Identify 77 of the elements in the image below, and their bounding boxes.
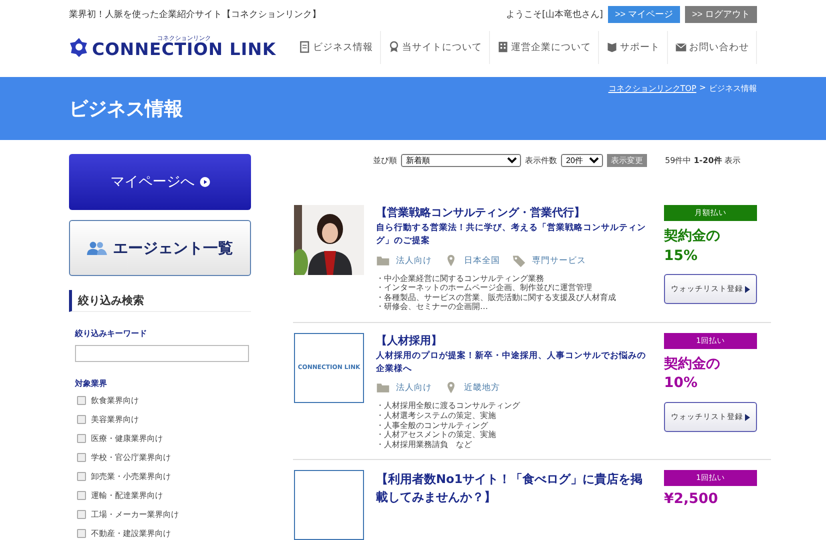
count-label: 表示件数 bbox=[525, 155, 557, 166]
checkbox-label: 運輸・配達業界向け bbox=[91, 490, 163, 501]
listing-title[interactable]: 【利用者数No1サイト！「食べログ」に貴店を掲載してみませんか？】 bbox=[376, 470, 652, 506]
award-icon bbox=[388, 41, 400, 53]
nav-link[interactable]: お問い合わせ bbox=[668, 30, 757, 64]
sort-label: 並び順 bbox=[373, 155, 397, 166]
triangle-icon bbox=[745, 286, 750, 293]
detail-line: ・各種製品、サービスの営業、販売活動に関する支援及び人材育成 bbox=[376, 292, 617, 302]
detail-line: ・研修会、セミナーの企画開… bbox=[376, 302, 489, 312]
folder-icon bbox=[376, 254, 390, 268]
tag-label[interactable]: 日本全国 bbox=[464, 254, 500, 266]
checkbox[interactable] bbox=[77, 396, 86, 405]
site-tagline: 業界初！人脈を使った企業紹介サイト【コネクションリンク】 bbox=[69, 8, 321, 21]
checkbox[interactable] bbox=[77, 472, 86, 481]
listing-title[interactable]: 【人材採用】 bbox=[376, 332, 652, 348]
detail-line: ・人材採用全般に渡るコンサルティング bbox=[376, 401, 521, 411]
site-logo[interactable]: CONNECTION LINK bbox=[92, 42, 276, 58]
price-text: 契約金の10% bbox=[664, 354, 721, 394]
breadcrumb-link[interactable]: コネクションリンクTOP bbox=[608, 83, 696, 140]
checkbox-label: 医療・健康業界向け bbox=[91, 433, 163, 444]
listing-subtitle: 人材採用のプロが提案！新卒・中途採用、人事コンサルでお悩みの企業様へ bbox=[376, 350, 647, 376]
checkbox-label: 飲食業界向け bbox=[91, 395, 139, 406]
building-icon bbox=[497, 41, 509, 53]
detail-line: ・インターネットのホームページ企画、制作並びに運営管理 bbox=[376, 283, 593, 293]
count-select[interactable]: 20件 bbox=[561, 154, 603, 167]
detail-line: ・人材アセスメントの策定、実施 bbox=[376, 430, 497, 440]
nav-link[interactable]: 当サイトについて bbox=[381, 30, 490, 64]
nav-link[interactable]: 運営企業について bbox=[490, 30, 599, 64]
breadcrumb-separator: > bbox=[699, 83, 706, 94]
result-count: 59件中 1-20件 表示 bbox=[665, 155, 740, 166]
checkbox[interactable] bbox=[77, 434, 86, 443]
triangle-icon bbox=[745, 414, 750, 421]
checkbox[interactable] bbox=[77, 510, 86, 519]
tag-label[interactable]: 法人向け bbox=[396, 382, 432, 394]
checkbox-label: 卸売業・小売業界向け bbox=[91, 471, 171, 482]
keyword-label: 絞り込みキーワード bbox=[75, 328, 148, 339]
detail-line: ・人事全般のコンサルティング bbox=[376, 420, 489, 430]
logo-thumbnail bbox=[294, 470, 364, 540]
nav-link[interactable]: ビジネス情報 bbox=[292, 30, 381, 64]
checkbox-label: 美容業界向け bbox=[91, 414, 139, 425]
tag-icon bbox=[512, 254, 526, 268]
mail-icon bbox=[675, 41, 687, 53]
checkbox[interactable] bbox=[77, 491, 86, 500]
people-icon bbox=[87, 241, 107, 255]
tag-label[interactable]: 近畿地方 bbox=[464, 382, 500, 394]
mypage-button[interactable]: >> マイページ bbox=[608, 6, 680, 23]
agent-list-button[interactable]: エージェント一覧 bbox=[69, 220, 251, 276]
price-text: ¥2,500 bbox=[664, 490, 720, 510]
checkbox[interactable] bbox=[77, 415, 86, 424]
book-icon bbox=[606, 41, 618, 53]
mypage-large-button[interactable]: マイページへ bbox=[69, 154, 251, 210]
nav-link[interactable]: サポート bbox=[599, 30, 668, 64]
checkbox-label: 学校・官公庁業界向け bbox=[91, 452, 171, 463]
industry-label: 対象業界 bbox=[75, 378, 108, 389]
checkbox-label: 工場・メーカー業界向け bbox=[91, 509, 179, 520]
price-text: 契約金の15% bbox=[664, 227, 721, 266]
page-title: ビジネス情報 bbox=[69, 96, 183, 122]
listing-subtitle: 自ら行動する営業法！共に学び、考える「営業戦略コンサルティング」のご提案 bbox=[376, 222, 647, 248]
folder-icon bbox=[376, 381, 390, 396]
tag-label[interactable]: 法人向け bbox=[396, 254, 432, 266]
keyword-field[interactable] bbox=[75, 345, 249, 362]
filter-heading: 絞り込み検索 bbox=[69, 290, 251, 312]
breadcrumb-current: ビジネス情報 bbox=[709, 83, 757, 95]
logo-icon bbox=[69, 37, 89, 57]
logout-button[interactable]: >> ログアウト bbox=[684, 6, 757, 23]
listing-title[interactable]: 【営業戦略コンサルティング・営業代行】 bbox=[376, 205, 652, 220]
checkbox[interactable] bbox=[77, 453, 86, 462]
detail-line: ・中小企業経営に関するコンサルティング業務 bbox=[376, 274, 545, 284]
checkbox-label: 不動産・建設業界向け bbox=[91, 528, 171, 539]
document-icon bbox=[299, 41, 311, 53]
play-circle-icon bbox=[200, 177, 210, 187]
detail-line: ・人材採用業務請負 など bbox=[376, 440, 473, 450]
sort-select[interactable]: 新着順 bbox=[401, 154, 521, 167]
tag-label[interactable]: 専門サービス bbox=[532, 254, 586, 266]
checkbox[interactable] bbox=[77, 529, 86, 538]
detail-line: ・人材選考システムの策定、実施 bbox=[376, 410, 497, 421]
welcome-text: ようこそ[山本竜也さん] bbox=[506, 8, 603, 21]
